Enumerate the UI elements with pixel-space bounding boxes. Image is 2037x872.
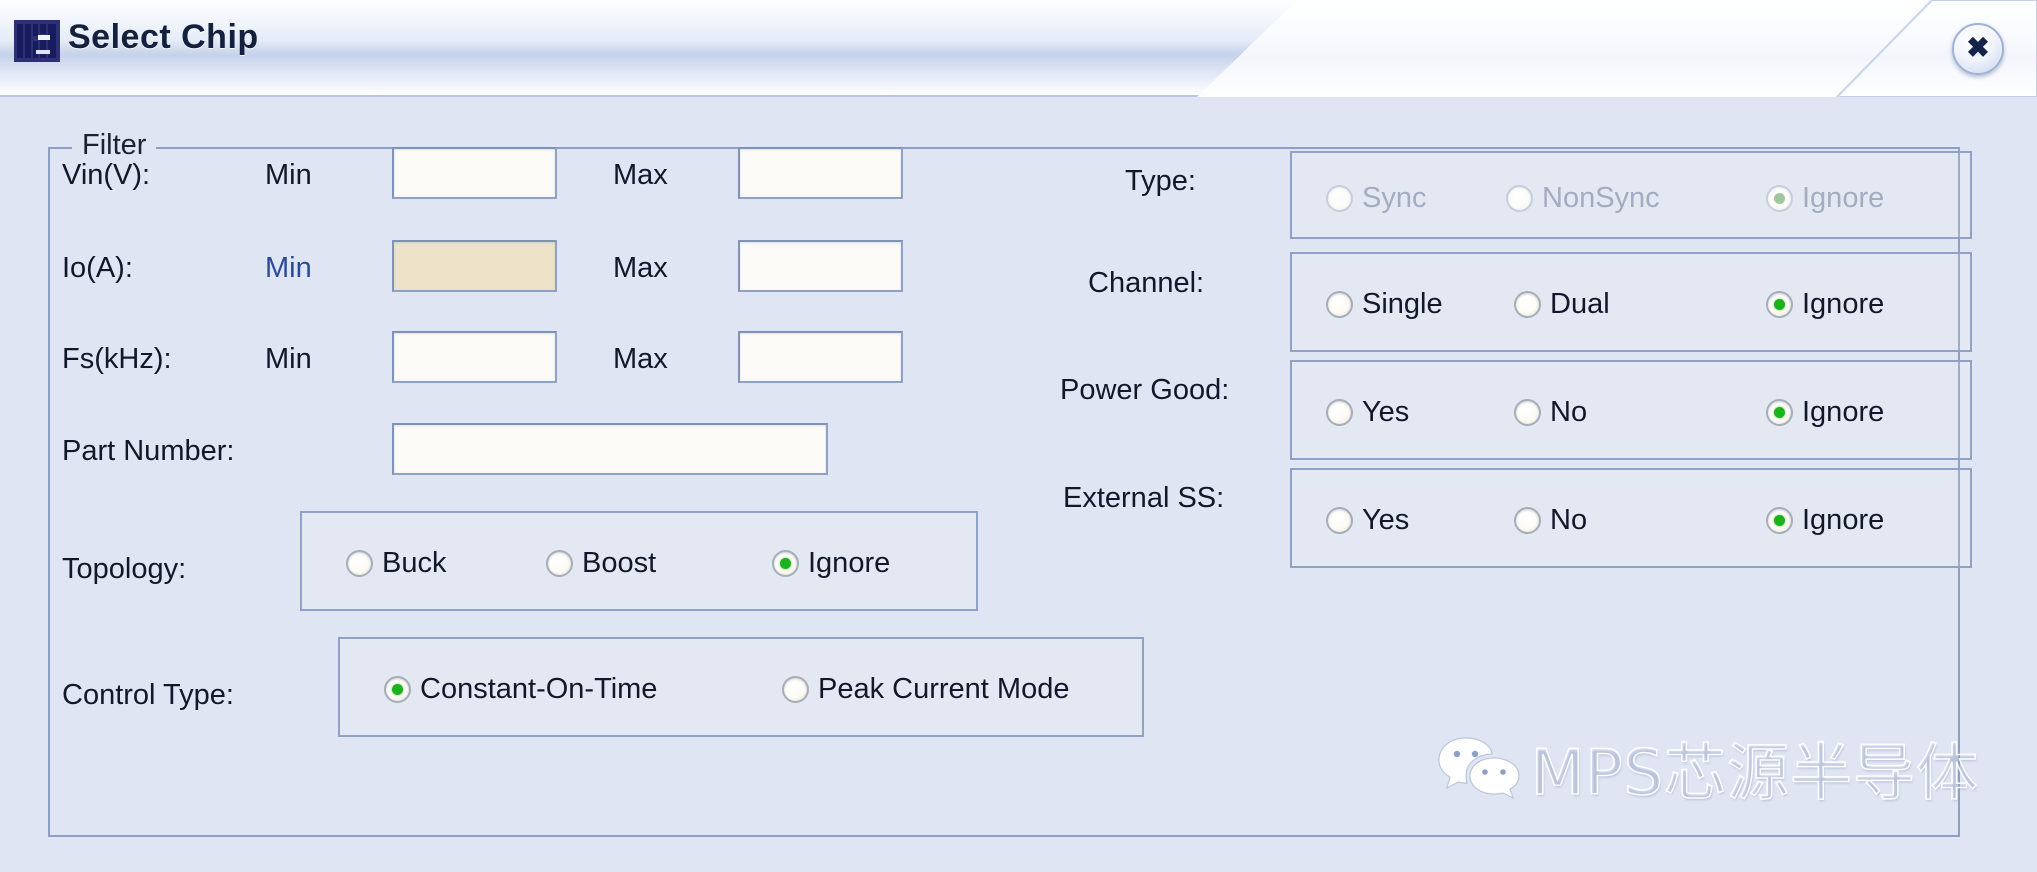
power-good-option-yes-label: Yes: [1362, 396, 1410, 428]
vin-max-label: Max: [613, 159, 668, 191]
type-option-sync-label: Sync: [1362, 182, 1427, 214]
radio-disabled-icon: [1506, 185, 1533, 212]
channel-label: Channel:: [1088, 267, 1205, 299]
radio-icon: [1514, 291, 1541, 318]
dialog-body: Filter Vin(V): Min Max Io(A): Min Max Fs…: [0, 97, 2037, 872]
fs-max-input[interactable]: [738, 331, 903, 383]
topology-radio-group: Buck Boost Ignore: [300, 511, 978, 611]
vin-min-label: Min: [265, 159, 312, 191]
channel-option-ignore-label: Ignore: [1802, 288, 1885, 320]
vin-min-input[interactable]: [392, 147, 557, 199]
power-good-option-yes[interactable]: Yes: [1326, 396, 1409, 429]
type-option-nonsync: NonSync: [1506, 182, 1660, 215]
type-option-ignore-label: Ignore: [1802, 182, 1885, 214]
mps-logo-icon: [14, 20, 60, 62]
external-ss-option-yes[interactable]: Yes: [1326, 504, 1409, 537]
control-type-option-constant-on-time-label: Constant-On-Time: [420, 673, 658, 705]
topology-option-buck[interactable]: Buck: [346, 547, 446, 580]
window-title: Select Chip: [68, 18, 259, 56]
part-number-label: Part Number:: [62, 435, 235, 467]
radio-icon: [1326, 291, 1353, 318]
radio-selected-icon: [384, 676, 411, 703]
radio-icon: [1514, 507, 1541, 534]
radio-selected-icon: [1766, 291, 1793, 318]
power-good-label: Power Good:: [1060, 374, 1230, 406]
external-ss-option-ignore[interactable]: Ignore: [1766, 504, 1884, 537]
type-option-nonsync-label: NonSync: [1542, 182, 1660, 214]
fs-label: Fs(kHz):: [62, 343, 172, 375]
vin-max-input[interactable]: [738, 147, 903, 199]
title-bar: Select Chip ✖: [0, 0, 2037, 97]
type-radio-group: Sync NonSync Ignore: [1290, 151, 1972, 239]
radio-icon: [1326, 399, 1353, 426]
close-icon[interactable]: ✖: [1952, 23, 2004, 75]
external-ss-radio-group: Yes No Ignore: [1290, 468, 1972, 568]
external-ss-option-no[interactable]: No: [1514, 504, 1587, 537]
close-glyph: ✖: [1966, 32, 1990, 63]
radio-selected-icon: [772, 550, 799, 577]
io-max-input[interactable]: [738, 240, 903, 292]
power-good-option-ignore[interactable]: Ignore: [1766, 396, 1884, 429]
type-label: Type:: [1125, 165, 1196, 197]
topology-option-boost[interactable]: Boost: [546, 547, 656, 580]
topology-label: Topology:: [62, 553, 187, 585]
vin-label: Vin(V):: [62, 159, 151, 191]
radio-icon: [1326, 507, 1353, 534]
fs-min-input[interactable]: [392, 331, 557, 383]
control-type-option-constant-on-time[interactable]: Constant-On-Time: [384, 673, 657, 706]
channel-option-dual-label: Dual: [1550, 288, 1610, 320]
io-max-label: Max: [613, 252, 668, 284]
radio-selected-icon: [1766, 399, 1793, 426]
title-bar-sweep-edge: [1197, 0, 2037, 97]
type-option-sync: Sync: [1326, 182, 1426, 215]
channel-option-single[interactable]: Single: [1326, 288, 1443, 321]
radio-icon: [1514, 399, 1541, 426]
radio-disabled-selected-icon: [1766, 185, 1793, 212]
radio-icon: [782, 676, 809, 703]
channel-option-single-label: Single: [1362, 288, 1443, 320]
radio-selected-icon: [1766, 507, 1793, 534]
control-type-option-peak-current-mode-label: Peak Current Mode: [818, 673, 1070, 705]
topology-option-boost-label: Boost: [582, 547, 657, 579]
radio-icon: [346, 550, 373, 577]
radio-disabled-icon: [1326, 185, 1353, 212]
title-bar-sweep: [1197, 0, 2037, 97]
external-ss-label: External SS:: [1063, 482, 1225, 514]
power-good-option-no-label: No: [1550, 396, 1588, 428]
select-chip-dialog: Select Chip ✖ Filter Vin(V): Min Max Io(…: [0, 0, 2037, 872]
channel-option-dual[interactable]: Dual: [1514, 288, 1610, 321]
power-good-option-ignore-label: Ignore: [1802, 396, 1885, 428]
channel-radio-group: Single Dual Ignore: [1290, 252, 1972, 352]
io-label: Io(A):: [62, 252, 133, 284]
type-option-ignore: Ignore: [1766, 182, 1884, 215]
control-type-option-peak-current-mode[interactable]: Peak Current Mode: [782, 673, 1069, 706]
external-ss-option-yes-label: Yes: [1362, 504, 1410, 536]
fs-max-label: Max: [613, 343, 668, 375]
power-good-radio-group: Yes No Ignore: [1290, 360, 1972, 460]
fs-min-label: Min: [265, 343, 312, 375]
external-ss-option-ignore-label: Ignore: [1802, 504, 1885, 536]
filter-group-title: Filter: [72, 129, 157, 162]
topology-option-ignore[interactable]: Ignore: [772, 547, 890, 580]
radio-icon: [546, 550, 573, 577]
topology-option-buck-label: Buck: [382, 547, 447, 579]
part-number-input[interactable]: [392, 423, 828, 475]
power-good-option-no[interactable]: No: [1514, 396, 1587, 429]
external-ss-option-no-label: No: [1550, 504, 1588, 536]
topology-option-ignore-label: Ignore: [808, 547, 891, 579]
control-type-radio-group: Constant-On-Time Peak Current Mode: [338, 637, 1144, 737]
io-min-input[interactable]: [392, 240, 557, 292]
io-min-label: Min: [265, 252, 312, 284]
control-type-label: Control Type:: [62, 679, 234, 711]
channel-option-ignore[interactable]: Ignore: [1766, 288, 1884, 321]
